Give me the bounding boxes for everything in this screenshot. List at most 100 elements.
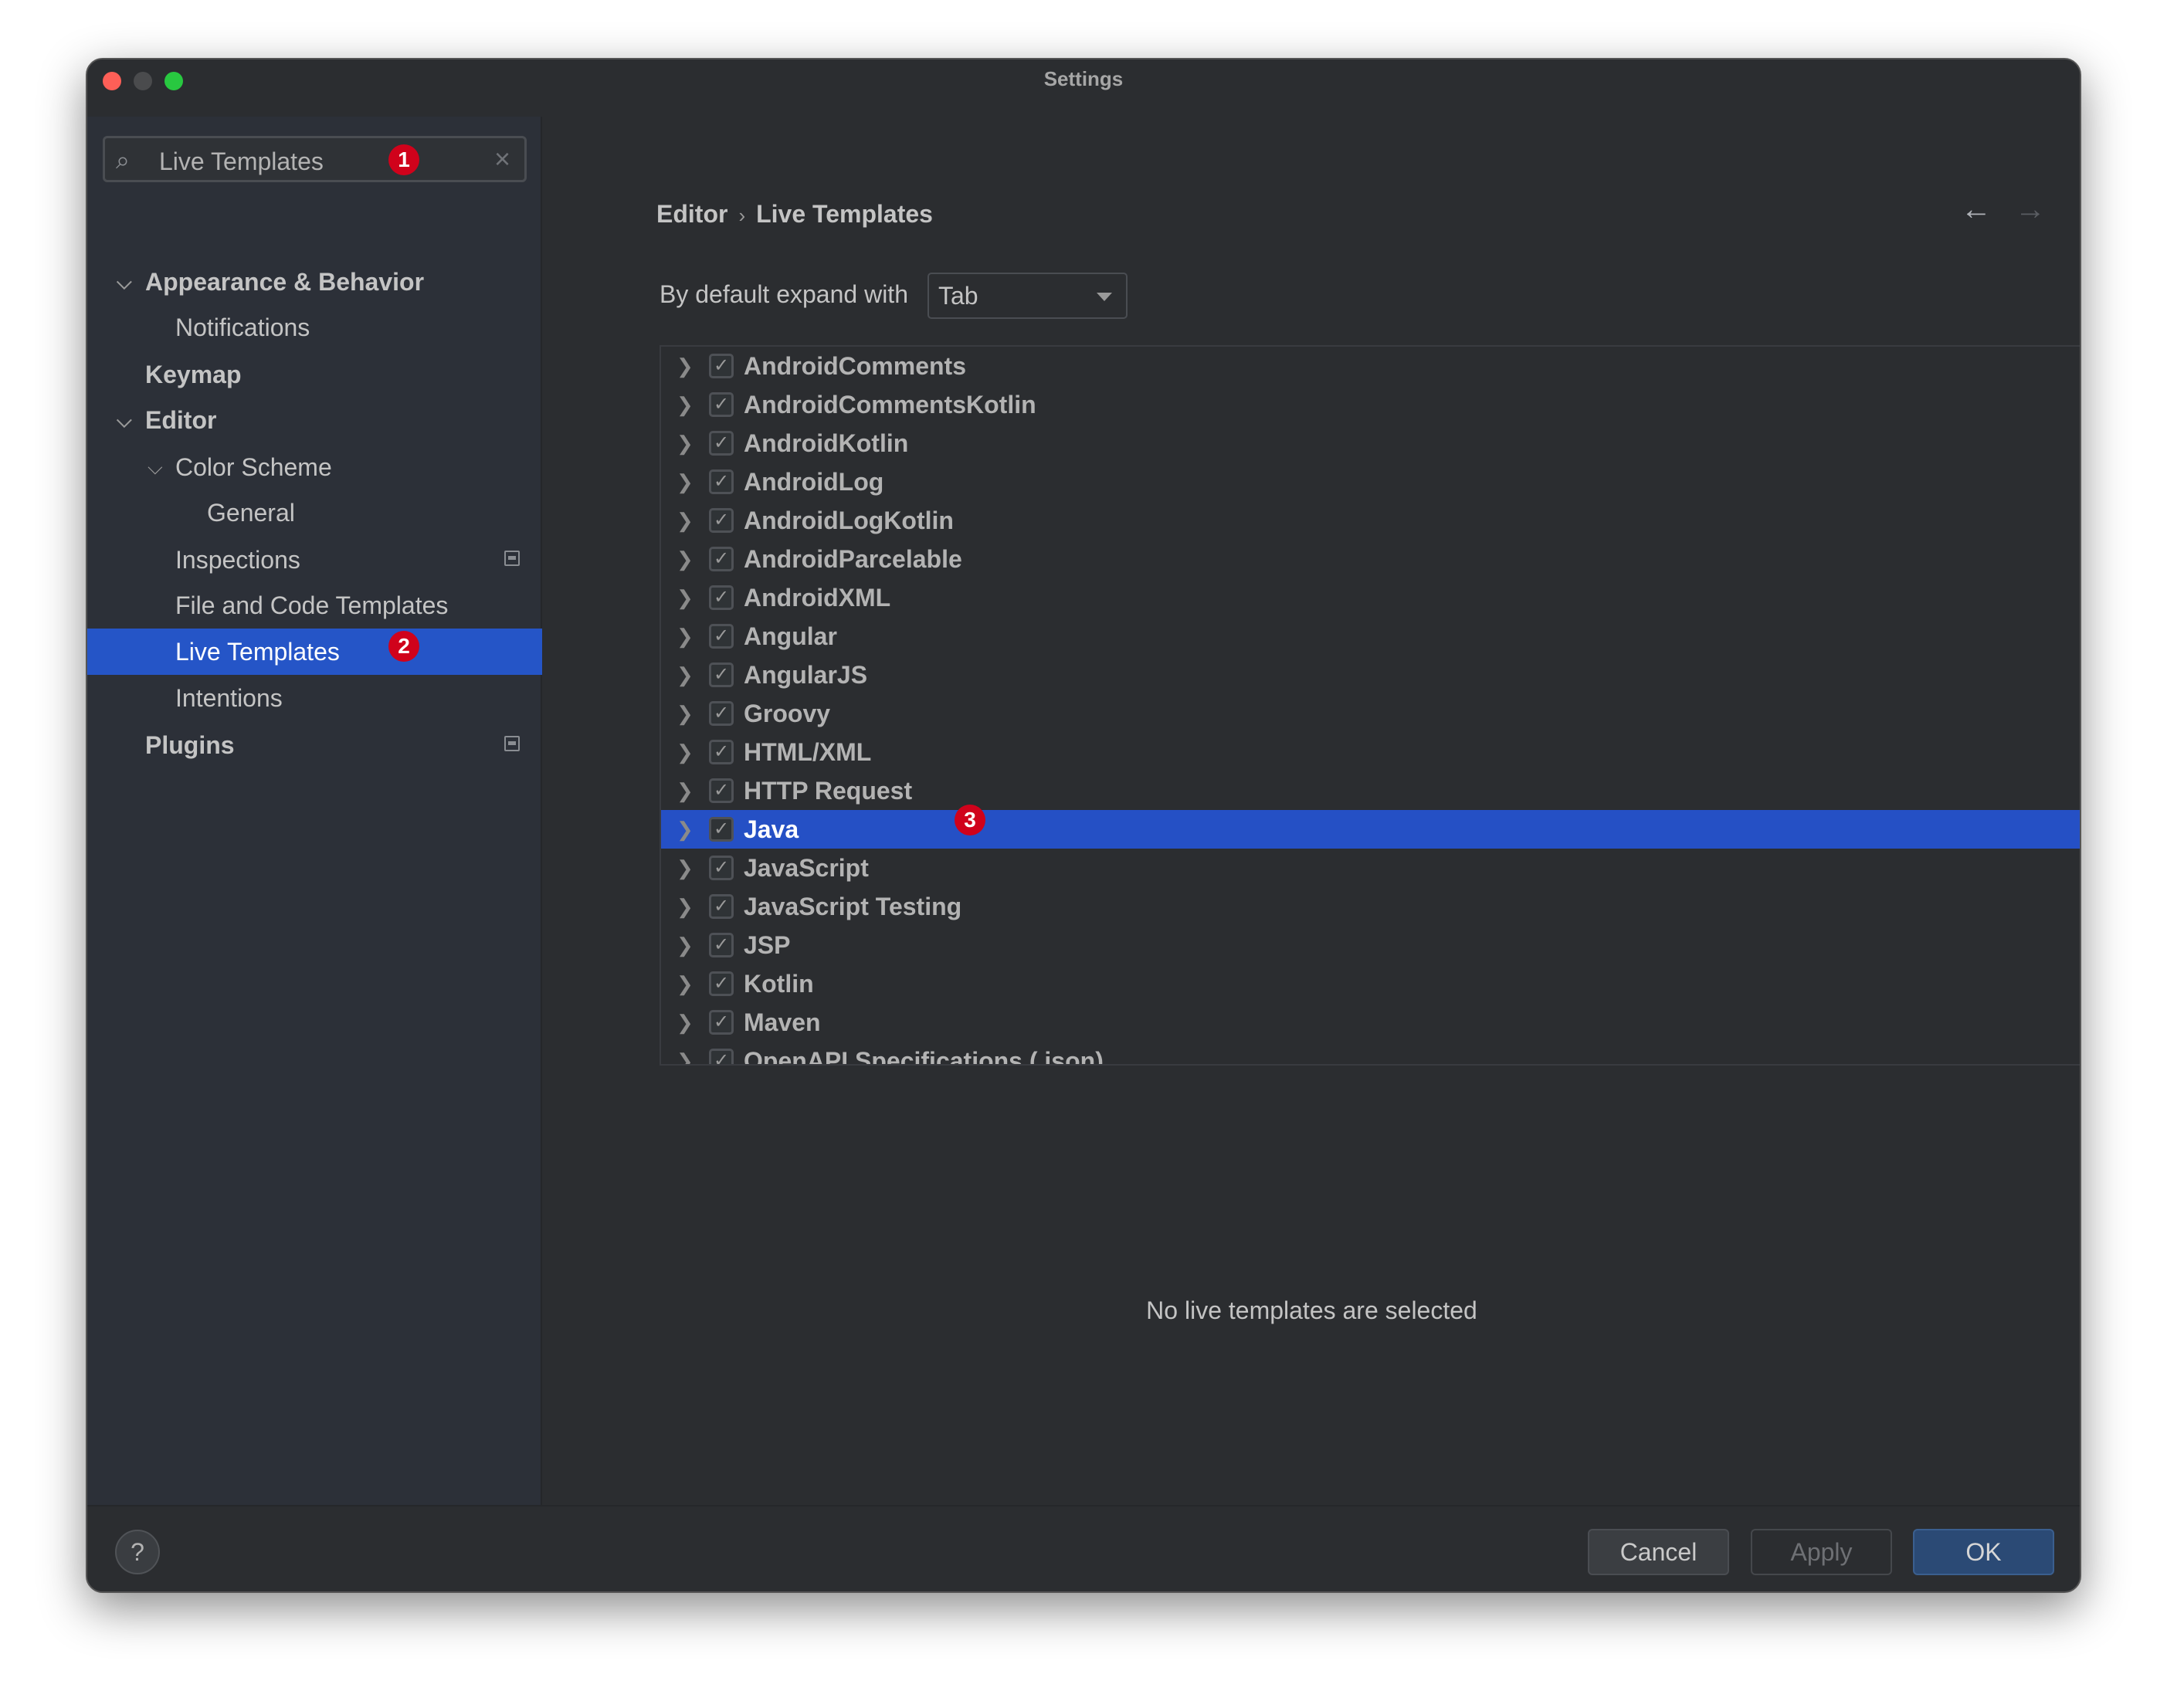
- chevron-right-icon[interactable]: ❯: [677, 347, 694, 385]
- template-group-label: AndroidLogKotlin: [744, 507, 954, 534]
- breadcrumb-editor[interactable]: Editor: [656, 200, 727, 228]
- template-group-checkbox[interactable]: ✓: [709, 663, 734, 687]
- template-group-row[interactable]: ❯ ✓ AndroidCommentsKotlin: [661, 385, 2080, 424]
- breadcrumb-separator: ›: [738, 204, 746, 227]
- chevron-right-icon[interactable]: ❯: [677, 964, 694, 1003]
- template-group-row[interactable]: ❯ ✓ OpenAPI Specifications (.json): [661, 1042, 2080, 1064]
- sidebar-item-editor[interactable]: ⌵ Editor: [87, 397, 542, 443]
- chevron-right-icon[interactable]: ❯: [677, 656, 694, 694]
- chevron-right-icon[interactable]: ❯: [677, 1003, 694, 1042]
- template-group-checkbox[interactable]: ✓: [709, 508, 734, 533]
- chevron-right-icon[interactable]: ❯: [677, 617, 694, 656]
- template-group-row[interactable]: ❯ ✓ AngularJS: [661, 656, 2080, 694]
- template-group-row[interactable]: ❯ ✓ AndroidParcelable: [661, 540, 2080, 578]
- template-group-checkbox[interactable]: ✓: [709, 354, 734, 378]
- chevron-right-icon[interactable]: ❯: [677, 733, 694, 771]
- chevron-right-icon[interactable]: ❯: [677, 578, 694, 617]
- template-group-label: HTML/XML: [744, 738, 872, 766]
- template-group-row[interactable]: ❯ ✓ AndroidLog: [661, 463, 2080, 501]
- template-group-row[interactable]: ❯ ✓ AndroidKotlin: [661, 424, 2080, 463]
- chevron-right-icon[interactable]: ❯: [677, 463, 694, 501]
- template-group-row[interactable]: ❯ ✓ Maven: [661, 1003, 2080, 1042]
- template-group-checkbox[interactable]: ✓: [709, 547, 734, 571]
- chevron-right-icon[interactable]: ❯: [677, 887, 694, 926]
- template-group-checkbox[interactable]: ✓: [709, 856, 734, 880]
- search-input[interactable]: ⌕ Live Templates ×: [103, 136, 527, 182]
- template-group-label: AndroidComments: [744, 352, 966, 380]
- template-group-label: AngularJS: [744, 661, 868, 689]
- template-group-label: OpenAPI Specifications (.json): [744, 1047, 1104, 1064]
- templates-list: ❯ ✓ AndroidComments ❯ ✓ AndroidCommentsKotlin…: [660, 345, 2080, 1066]
- sidebar-item-file-code-templates[interactable]: File and Code Templates: [87, 582, 542, 629]
- settings-window: Settings ⌕ Live Templates × 1 ⌵ Appearanc…: [86, 58, 2081, 1593]
- sidebar-item-notifications[interactable]: Notifications: [87, 304, 542, 351]
- sidebar-item-intentions[interactable]: Intentions: [87, 675, 542, 721]
- apply-button[interactable]: Apply: [1751, 1529, 1892, 1575]
- template-group-label: Maven: [744, 1008, 821, 1036]
- expand-with-dropdown[interactable]: Tab: [928, 273, 1128, 319]
- sidebar-item-live-templates[interactable]: Live Templates: [87, 629, 542, 675]
- chevron-right-icon[interactable]: ❯: [677, 849, 694, 887]
- sidebar-item-keymap[interactable]: Keymap: [87, 351, 542, 398]
- dropdown-value: Tab: [938, 282, 978, 310]
- template-group-checkbox[interactable]: ✓: [709, 817, 734, 842]
- chevron-right-icon[interactable]: ❯: [677, 1042, 694, 1064]
- template-group-checkbox[interactable]: ✓: [709, 1010, 734, 1035]
- template-group-checkbox[interactable]: ✓: [709, 431, 734, 456]
- template-group-checkbox[interactable]: ✓: [709, 469, 734, 494]
- template-group-checkbox[interactable]: ✓: [709, 778, 734, 803]
- cancel-button[interactable]: Cancel: [1588, 1529, 1729, 1575]
- template-group-row[interactable]: ❯ ✓ JavaScript Testing: [661, 887, 2080, 926]
- template-group-row[interactable]: ❯ ✓ Angular: [661, 617, 2080, 656]
- sidebar-item-appearance-behavior[interactable]: ⌵ Appearance & Behavior: [87, 259, 542, 305]
- project-settings-icon: [504, 736, 520, 751]
- template-group-row[interactable]: ❯ ✓ JavaScript: [661, 849, 2080, 887]
- template-group-checkbox[interactable]: ✓: [709, 971, 734, 996]
- template-group-checkbox[interactable]: ✓: [709, 392, 734, 417]
- chevron-right-icon[interactable]: ❯: [677, 501, 694, 540]
- sidebar-item-color-scheme[interactable]: ⌵ Color Scheme: [87, 444, 542, 490]
- template-group-row[interactable]: ❯ ✓ AndroidLogKotlin: [661, 501, 2080, 540]
- template-group-row[interactable]: ❯ ✓ HTML/XML: [661, 733, 2080, 771]
- template-group-label: JavaScript Testing: [744, 893, 962, 920]
- search-value: Live Templates: [159, 147, 324, 175]
- sidebar-item-general[interactable]: General: [87, 490, 542, 536]
- template-group-row[interactable]: ❯ ✓ AndroidComments: [661, 347, 2080, 385]
- template-group-row[interactable]: ❯ ✓ HTTP Request: [661, 771, 2080, 810]
- chevron-right-icon[interactable]: ❯: [677, 694, 694, 733]
- template-group-row[interactable]: ❯ ✓ JSP: [661, 926, 2080, 964]
- clear-search-icon[interactable]: ×: [494, 143, 510, 175]
- chevron-right-icon[interactable]: ❯: [677, 771, 694, 810]
- help-button[interactable]: ?: [115, 1530, 160, 1574]
- sidebar-item-label: File and Code Templates: [175, 591, 449, 619]
- template-group-checkbox[interactable]: ✓: [709, 894, 734, 919]
- chevron-right-icon[interactable]: ❯: [677, 385, 694, 424]
- sidebar-item-label: Editor: [145, 406, 217, 434]
- template-rows[interactable]: ❯ ✓ AndroidComments ❯ ✓ AndroidCommentsKotlin…: [661, 347, 2080, 1064]
- ok-button[interactable]: OK: [1913, 1529, 2054, 1575]
- template-group-label: JSP: [744, 931, 791, 959]
- step-badge-3: 3: [955, 805, 985, 835]
- chevron-right-icon[interactable]: ❯: [677, 540, 694, 578]
- chevron-down-icon: ⌵: [117, 270, 132, 293]
- template-group-row[interactable]: ❯ ✓ Groovy: [661, 694, 2080, 733]
- template-group-row[interactable]: ❯ ✓ Java: [661, 810, 2080, 849]
- template-group-checkbox[interactable]: ✓: [709, 624, 734, 649]
- sidebar-item-inspections[interactable]: Inspections: [87, 537, 542, 583]
- template-group-checkbox[interactable]: ✓: [709, 933, 734, 957]
- chevron-right-icon[interactable]: ❯: [677, 810, 694, 849]
- template-group-checkbox[interactable]: ✓: [709, 740, 734, 764]
- template-group-checkbox[interactable]: ✓: [709, 701, 734, 726]
- template-group-label: AndroidXML: [744, 584, 891, 612]
- title-bar: Settings: [87, 59, 2080, 117]
- sidebar-item-plugins[interactable]: Plugins: [87, 722, 542, 768]
- back-arrow-icon[interactable]: ←: [1961, 192, 1992, 227]
- template-group-row[interactable]: ❯ ✓ Kotlin: [661, 964, 2080, 1003]
- settings-sidebar: ⌕ Live Templates × 1 ⌵ Appearance & Behav…: [87, 117, 542, 1505]
- template-group-row[interactable]: ❯ ✓ AndroidXML: [661, 578, 2080, 617]
- template-group-checkbox[interactable]: ✓: [709, 585, 734, 610]
- template-group-checkbox[interactable]: ✓: [709, 1049, 734, 1064]
- chevron-right-icon[interactable]: ❯: [677, 926, 694, 964]
- forward-arrow-icon[interactable]: →: [2015, 192, 2046, 227]
- chevron-right-icon[interactable]: ❯: [677, 424, 694, 463]
